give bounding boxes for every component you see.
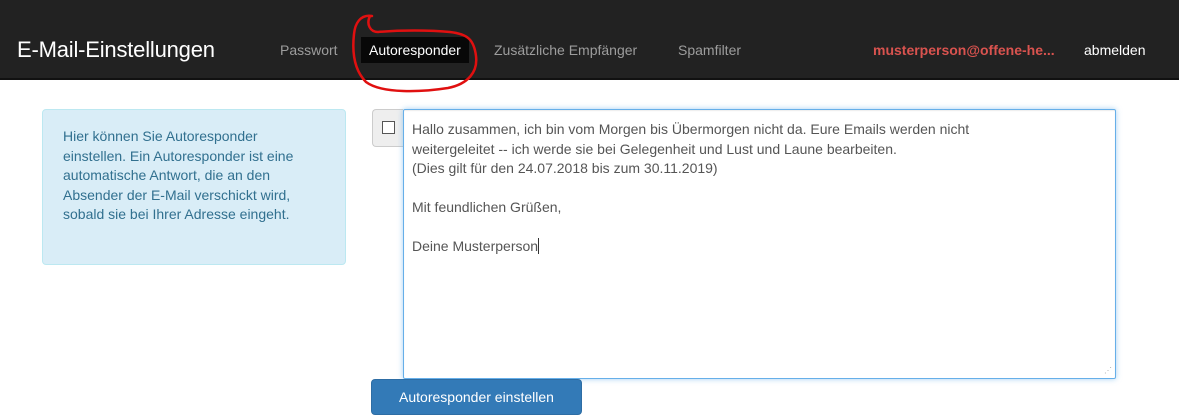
nav-item-passwort[interactable]: Passwort	[280, 37, 338, 63]
message-line	[412, 218, 1107, 238]
message-line: Mit feundlichen Grüßen,	[412, 199, 562, 215]
message-line: (Dies gilt für den 24.07.2018 bis zum 30…	[412, 160, 718, 176]
nav-item-spamfilter[interactable]: Spamfilter	[678, 37, 741, 63]
info-line: automatische Antwort, die an den	[63, 167, 271, 183]
message-line: Deine Musterperson	[412, 238, 539, 254]
info-line: einstellen. Ein Autoresponder ist eine	[63, 147, 294, 164]
info-line: Hier können Sie Autoresponder	[63, 128, 258, 144]
brand-title[interactable]: E-Mail-Einstellungen	[17, 36, 215, 64]
resize-handle[interactable]: ⋰	[1104, 367, 1112, 375]
info-line: Absender der E-Mail verschickt wird,	[63, 186, 291, 203]
logout-link[interactable]: abmelden	[1084, 37, 1146, 63]
user-email: musterperson@offene-he...	[873, 42, 1055, 58]
autoresponder-message-textarea[interactable]: Hallo zusammen, ich bin vom Morgen bis Ü…	[403, 109, 1116, 379]
info-line: sobald sie bei Ihrer Adresse eingeht.	[63, 206, 290, 222]
message-last-line: Deine Musterperson	[412, 237, 1107, 257]
set-autoresponder-button[interactable]: Autoresponder einstellen	[371, 379, 582, 415]
message-line	[412, 179, 1107, 199]
message-line: weitergeleitet -- ich werde sie bei Gele…	[412, 140, 897, 157]
top-navbar: E-Mail-Einstellungen Passwort Autorespon…	[0, 0, 1179, 80]
nav-item-zusaetzliche-empfaenger[interactable]: Zusätzliche Empfänger	[494, 37, 637, 63]
message-line: Hallo zusammen, ich bin vom Morgen bis Ü…	[412, 121, 970, 137]
enable-checkbox-addon	[372, 109, 403, 147]
enable-autoresponder-checkbox[interactable]	[382, 121, 395, 134]
info-box: Hier können Sie Autoresponder einstellen…	[42, 109, 346, 265]
nav-item-autoresponder[interactable]: Autoresponder	[361, 37, 469, 63]
text-caret	[538, 238, 540, 254]
